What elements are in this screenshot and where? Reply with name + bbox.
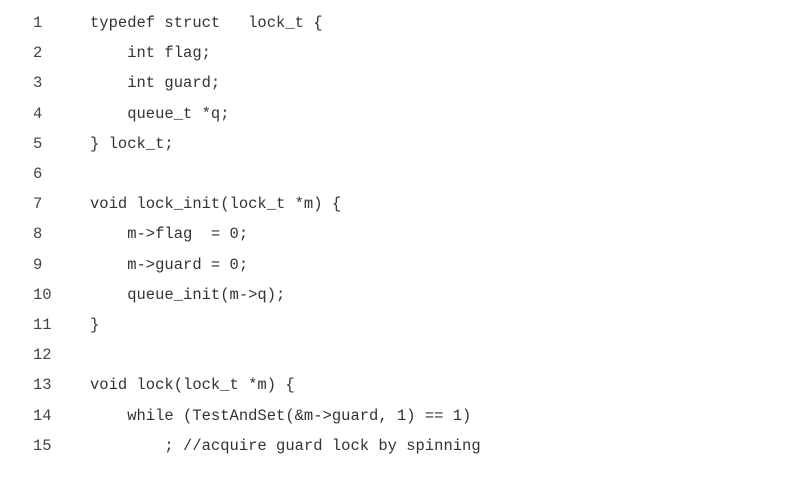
code-line: 14 while (TestAndSet(&m->guard, 1) == 1) [0, 400, 805, 430]
code-line: 11 } [0, 310, 805, 340]
line-number: 6 [33, 165, 43, 184]
line-code: queue_t *q; [90, 104, 230, 123]
line-code: while (TestAndSet(&m->guard, 1) == 1) [90, 406, 472, 425]
line-code: } lock_t; [90, 134, 174, 153]
line-number: 13 [33, 376, 52, 395]
line-number: 10 [33, 285, 52, 304]
code-line: 4 queue_t *q; [0, 99, 805, 129]
line-code: queue_init(m->q); [90, 285, 286, 304]
line-number: 1 [33, 14, 43, 33]
line-code: typedef struct lock_t { [90, 14, 323, 33]
code-line: 3 int guard; [0, 68, 805, 98]
line-number: 9 [33, 255, 43, 274]
line-code: ; //acquire guard lock by spinning [90, 436, 481, 455]
code-line: 13 void lock(lock_t *m) { [0, 370, 805, 400]
code-line: 15 ; //acquire guard lock by spinning [0, 431, 805, 461]
code-line: 5 } lock_t; [0, 129, 805, 159]
code-line: 12 [0, 340, 805, 370]
line-number: 14 [33, 406, 52, 425]
line-number: 4 [33, 104, 43, 123]
line-number: 2 [33, 44, 43, 63]
code-line: 10 queue_init(m->q); [0, 280, 805, 310]
line-code: int flag; [90, 44, 211, 63]
code-line: 6 [0, 159, 805, 189]
line-code: void lock(lock_t *m) { [90, 376, 295, 395]
line-code: int guard; [90, 74, 221, 93]
line-number: 7 [33, 195, 43, 214]
code-listing: 1 typedef struct lock_t { 2 int flag; 3 … [0, 8, 805, 461]
line-number: 3 [33, 74, 43, 93]
line-code: void lock_init(lock_t *m) { [90, 195, 342, 214]
line-number: 12 [33, 346, 52, 365]
code-line: 7 void lock_init(lock_t *m) { [0, 189, 805, 219]
line-number: 11 [33, 315, 52, 334]
code-line: 9 m->guard = 0; [0, 250, 805, 280]
line-code: m->flag = 0; [90, 225, 249, 244]
line-number: 8 [33, 225, 43, 244]
code-line: 1 typedef struct lock_t { [0, 8, 805, 38]
line-number: 15 [33, 436, 52, 455]
line-code: m->guard = 0; [90, 255, 249, 274]
line-number: 5 [33, 134, 43, 153]
line-code: } [90, 315, 100, 334]
code-line: 2 int flag; [0, 38, 805, 68]
code-line: 8 m->flag = 0; [0, 219, 805, 249]
